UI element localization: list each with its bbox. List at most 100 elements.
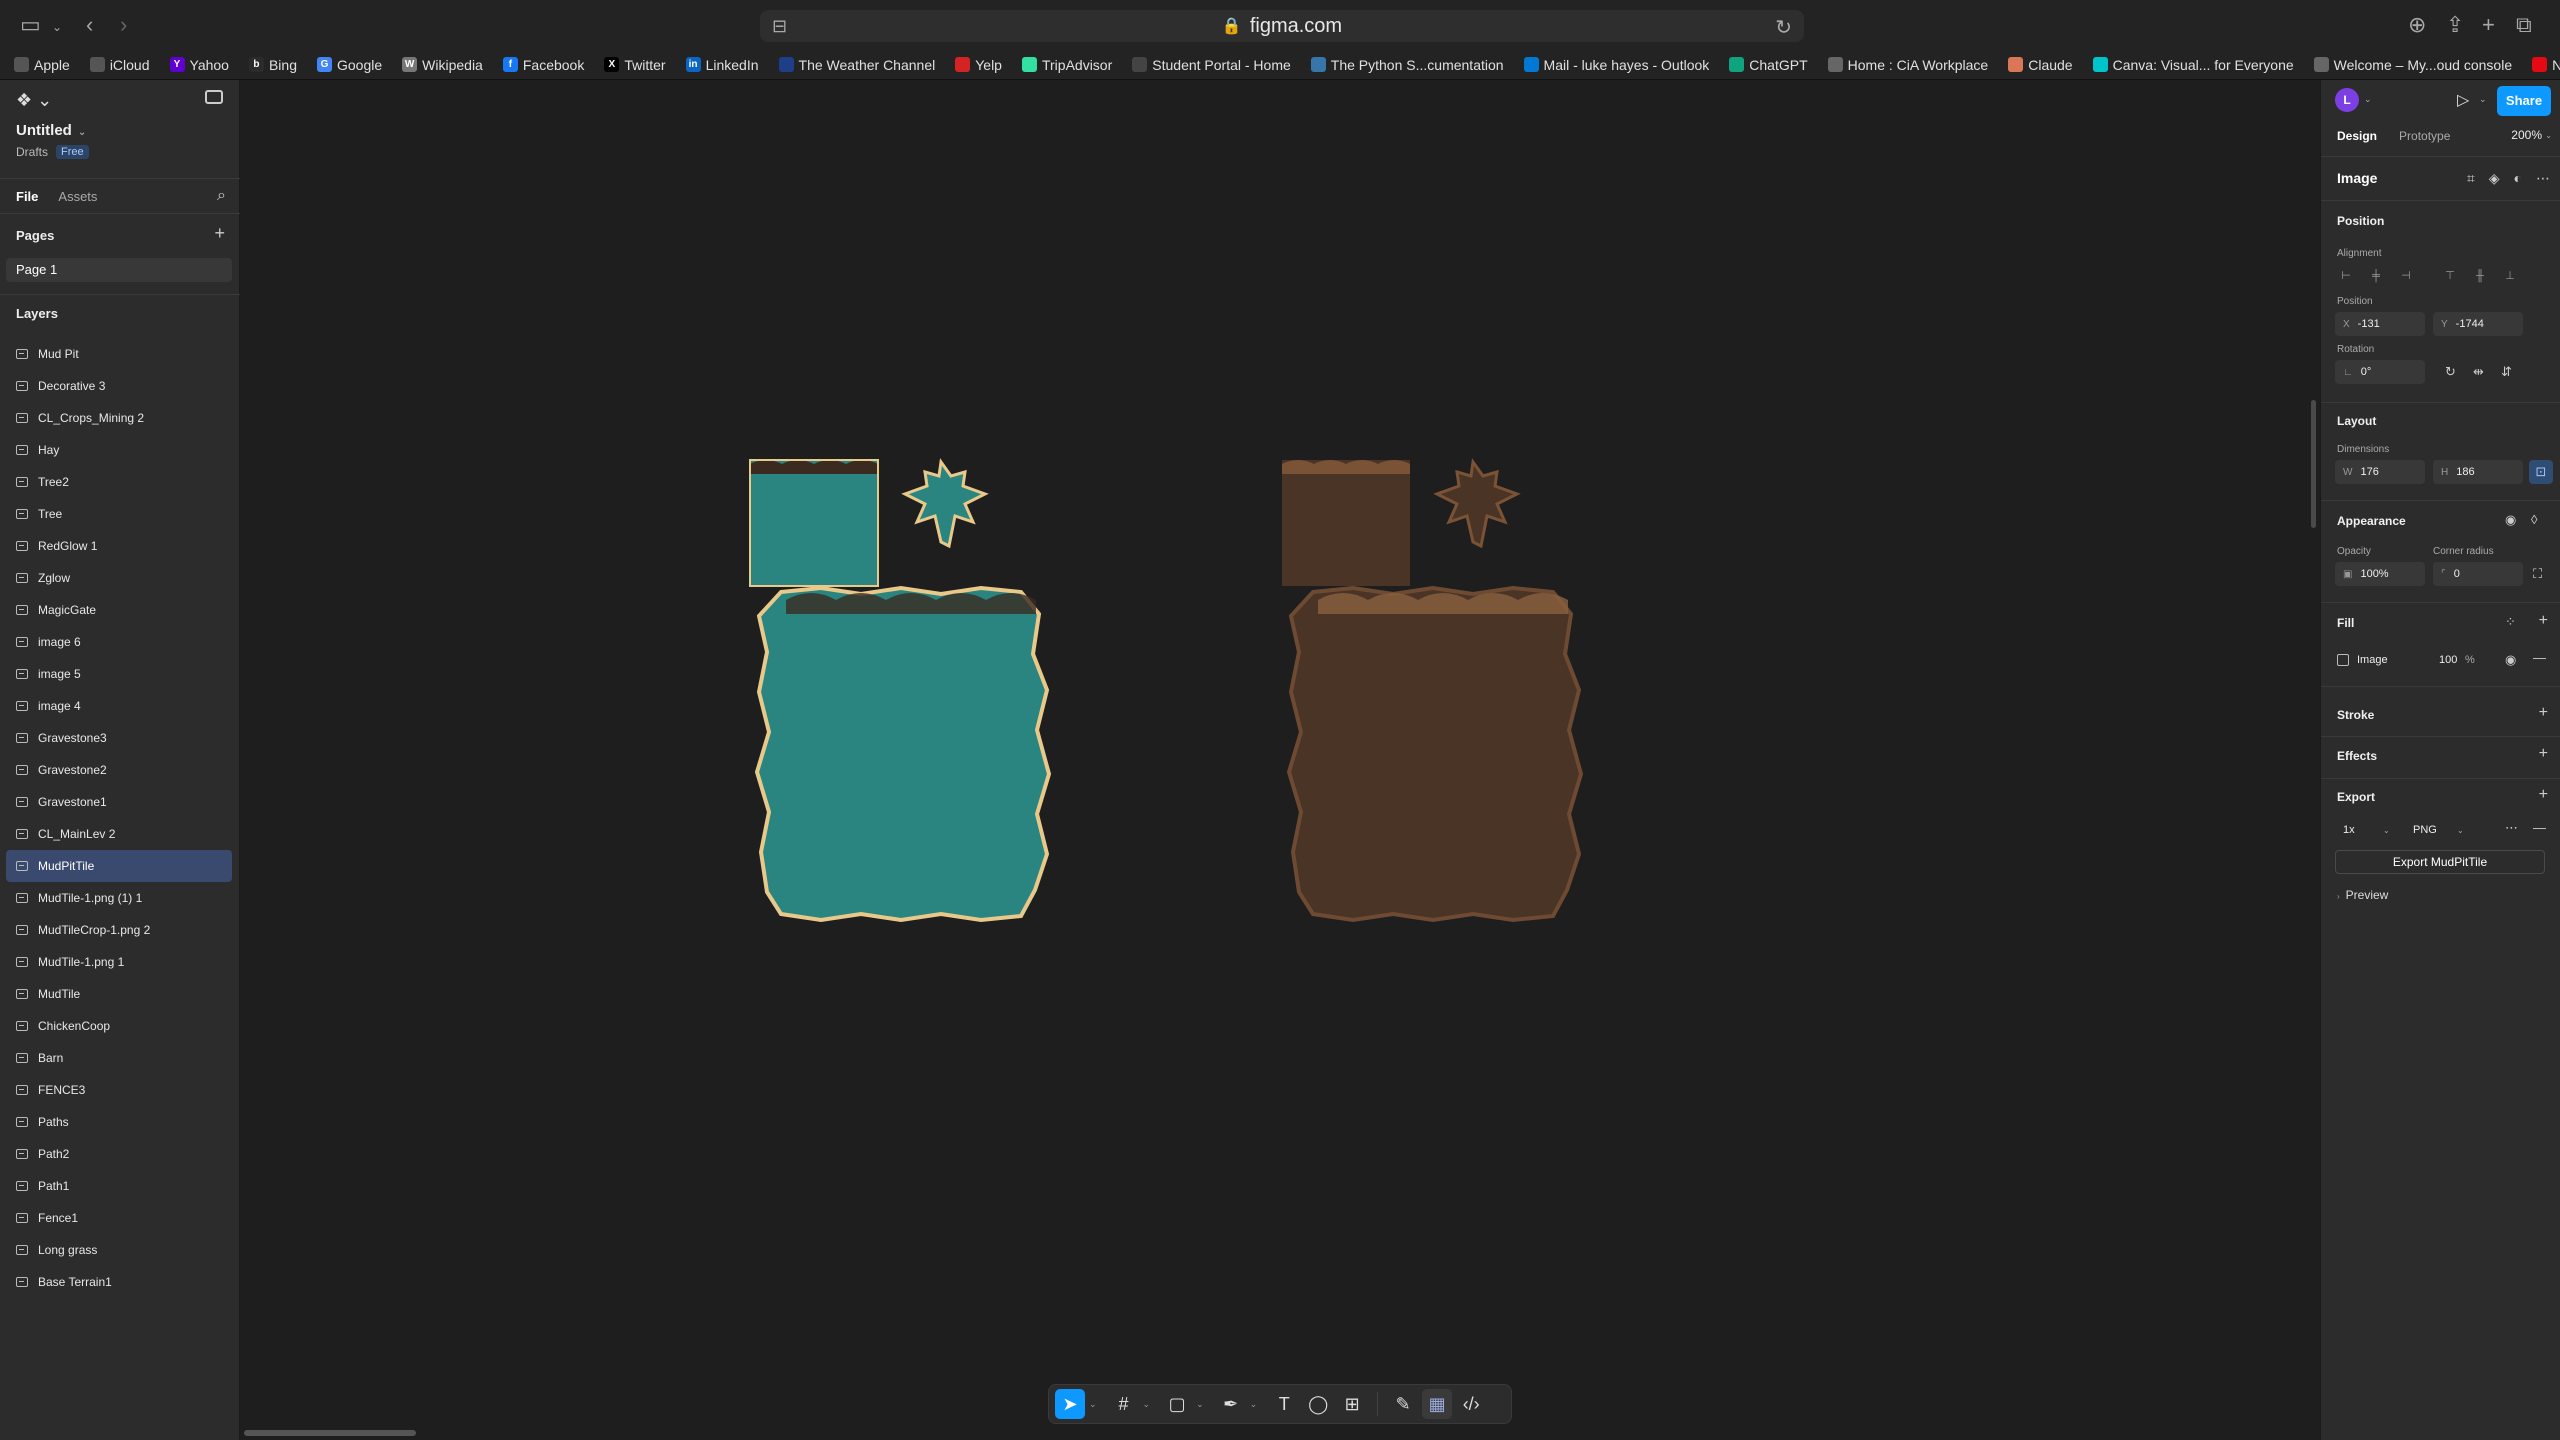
add-stroke-icon[interactable]: + bbox=[2539, 704, 2548, 722]
search-icon[interactable]: ⌕ bbox=[217, 187, 226, 205]
sidebar-toggle-icon[interactable]: ▭ bbox=[20, 12, 41, 38]
design-canvas[interactable] bbox=[241, 80, 2319, 1440]
draw-mode-icon[interactable]: ✎ bbox=[1388, 1389, 1418, 1419]
eye-icon[interactable]: ◉ bbox=[2505, 652, 2516, 668]
layer-row[interactable]: Gravestone1 bbox=[6, 786, 232, 818]
back-arrow-icon[interactable]: ‹ bbox=[86, 12, 93, 38]
corner-radius-field[interactable]: ⌜ 0 bbox=[2433, 562, 2523, 586]
bookmark-item[interactable]: The Weather Channel bbox=[778, 57, 935, 73]
bookmark-item[interactable]: Student Portal - Home bbox=[1132, 57, 1291, 73]
frame-tool-icon[interactable]: # bbox=[1109, 1389, 1139, 1419]
layer-row[interactable]: Decorative 3 bbox=[6, 370, 232, 402]
y-field[interactable]: Y -1744 bbox=[2433, 312, 2523, 336]
flip-horizontal-icon[interactable]: ⇹ bbox=[2473, 364, 2484, 380]
chevron-down-icon[interactable]: ⌄ bbox=[2479, 94, 2487, 105]
tab-design[interactable]: Design bbox=[2337, 129, 2377, 143]
bookmark-item[interactable]: ChatGPT bbox=[1729, 57, 1808, 73]
share-page-icon[interactable]: ⇪ bbox=[2446, 12, 2464, 38]
mud-large-tile[interactable] bbox=[1286, 585, 1584, 923]
add-effect-icon[interactable]: + bbox=[2539, 745, 2548, 763]
fill-row[interactable]: Image 100 % bbox=[2335, 648, 2495, 672]
download-icon[interactable]: ⊕ bbox=[2408, 12, 2426, 38]
tab-prototype[interactable]: Prototype bbox=[2399, 129, 2450, 143]
x-field[interactable]: X -131 bbox=[2335, 312, 2425, 336]
layer-row[interactable]: Zglow bbox=[6, 562, 232, 594]
add-export-icon[interactable]: + bbox=[2539, 786, 2548, 804]
teal-large-tile[interactable] bbox=[754, 585, 1052, 923]
bookmark-item[interactable]: b Bing bbox=[248, 57, 297, 73]
bookmark-item[interactable]: G Google bbox=[317, 57, 382, 73]
export-scale-select[interactable]: 1x ⌄ bbox=[2335, 818, 2395, 842]
layer-row[interactable]: RedGlow 1 bbox=[6, 530, 232, 562]
bookmark-item[interactable]: f Facebook bbox=[502, 57, 584, 73]
add-page-icon[interactable]: + bbox=[214, 223, 225, 244]
rectangle-tool-icon[interactable]: ▢ bbox=[1162, 1389, 1192, 1419]
flip-vertical-icon[interactable]: ⇵ bbox=[2501, 364, 2512, 380]
bookmark-item[interactable]: Canva: Visual... for Everyone bbox=[2092, 57, 2294, 73]
horizontal-scrollbar[interactable] bbox=[244, 1430, 416, 1436]
align-center-v-icon[interactable]: ╫ bbox=[2469, 266, 2491, 286]
bookmark-item[interactable]: in LinkedIn bbox=[685, 57, 759, 73]
bookmark-item[interactable]: X Twitter bbox=[604, 57, 666, 73]
layer-row[interactable]: MudPitTile bbox=[6, 850, 232, 882]
layer-row[interactable]: MudTile bbox=[6, 978, 232, 1010]
layer-row[interactable]: Mud Pit bbox=[6, 338, 232, 370]
layer-row[interactable]: Barn bbox=[6, 1042, 232, 1074]
chevron-down-icon[interactable]: ⌄ bbox=[1250, 1399, 1258, 1410]
more-icon[interactable]: ⋯ bbox=[2505, 820, 2518, 836]
bookmark-item[interactable]: Welcome – My...oud console bbox=[2313, 57, 2512, 73]
layer-row[interactable]: FENCE3 bbox=[6, 1074, 232, 1106]
width-field[interactable]: W 176 bbox=[2335, 460, 2425, 484]
tab-file[interactable]: File bbox=[16, 189, 38, 204]
bookmark-item[interactable]: Netflix bbox=[2532, 57, 2560, 73]
layer-row[interactable]: image 4 bbox=[6, 690, 232, 722]
teal-cross-tile[interactable] bbox=[901, 458, 989, 549]
bookmark-item[interactable]: Mail - luke hayes - Outlook bbox=[1523, 57, 1709, 73]
layer-row[interactable]: CL_MainLev 2 bbox=[6, 818, 232, 850]
share-button[interactable]: Share bbox=[2497, 86, 2551, 116]
layer-row[interactable]: Gravestone2 bbox=[6, 754, 232, 786]
page-item[interactable]: Page 1 bbox=[6, 258, 232, 282]
remove-fill-icon[interactable]: — bbox=[2533, 650, 2546, 665]
align-right-icon[interactable]: ⊣ bbox=[2395, 266, 2417, 286]
bookmark-item[interactable]: Claude bbox=[2008, 57, 2073, 73]
teal-small-tile[interactable] bbox=[749, 459, 879, 587]
layer-row[interactable]: MudTile-1.png 1 bbox=[6, 946, 232, 978]
layer-row[interactable]: image 5 bbox=[6, 658, 232, 690]
export-format-select[interactable]: PNG ⌄ bbox=[2405, 818, 2471, 842]
text-tool-icon[interactable]: T bbox=[1269, 1389, 1299, 1419]
preview-toggle[interactable]: › Preview bbox=[2337, 888, 2388, 902]
independent-corners-icon[interactable]: ⛶ bbox=[2533, 566, 2542, 582]
move-tool-icon[interactable]: ➤ bbox=[1055, 1389, 1085, 1419]
dev-mode-icon[interactable]: ‹/› bbox=[1456, 1389, 1486, 1419]
chevron-down-icon[interactable]: ⌄ bbox=[2545, 131, 2552, 140]
layer-row[interactable]: Gravestone3 bbox=[6, 722, 232, 754]
panel-toggle-icon[interactable] bbox=[205, 90, 223, 104]
mud-cross-tile[interactable] bbox=[1433, 458, 1521, 549]
height-field[interactable]: H 186 bbox=[2433, 460, 2523, 484]
layer-row[interactable]: ChickenCoop bbox=[6, 1010, 232, 1042]
layer-row[interactable]: Path2 bbox=[6, 1138, 232, 1170]
export-button[interactable]: Export MudPitTile bbox=[2335, 850, 2545, 874]
file-title[interactable]: Untitled ⌄ bbox=[16, 122, 86, 139]
layer-row[interactable]: Long grass bbox=[6, 1234, 232, 1266]
bookmark-item[interactable]: Home : CiA Workplace bbox=[1827, 57, 1988, 73]
align-top-icon[interactable]: ⊤ bbox=[2439, 266, 2461, 286]
layer-row[interactable]: Tree bbox=[6, 498, 232, 530]
rotate-icon[interactable]: ↻ bbox=[2445, 364, 2456, 380]
bookmark-item[interactable]: TripAdvisor bbox=[1021, 57, 1112, 73]
styles-grid-icon[interactable]: ⁘ bbox=[2505, 614, 2516, 630]
layer-row[interactable]: MudTileCrop-1.png 2 bbox=[6, 914, 232, 946]
chevron-down-icon[interactable]: ⌄ bbox=[1089, 1399, 1097, 1410]
tab-assets[interactable]: Assets bbox=[58, 189, 97, 204]
layer-row[interactable]: image 6 bbox=[6, 626, 232, 658]
bookmark-item[interactable]: W Wikipedia bbox=[402, 57, 483, 73]
more-icon[interactable]: ⋯ bbox=[2536, 170, 2550, 187]
eye-icon[interactable]: ◉ bbox=[2505, 512, 2516, 528]
avatar[interactable]: L bbox=[2335, 88, 2359, 112]
bookmark-item[interactable]: iCloud bbox=[89, 57, 150, 73]
design-mode-icon[interactable]: ▦ bbox=[1422, 1389, 1453, 1419]
crop-icon[interactable]: ⌗ bbox=[2467, 170, 2475, 187]
layer-row[interactable]: Tree2 bbox=[6, 466, 232, 498]
add-fill-icon[interactable]: + bbox=[2539, 612, 2548, 630]
